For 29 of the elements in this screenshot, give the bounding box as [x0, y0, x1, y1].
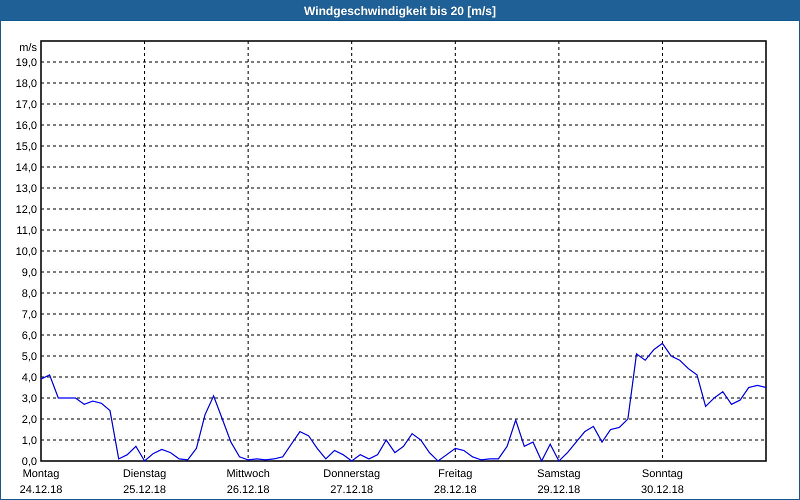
chart-title: Windgeschwindigkeit bis 20 [m/s]	[304, 3, 496, 20]
y-tick-label: 9,0	[22, 267, 37, 279]
y-tick-label: 4,0	[22, 372, 37, 384]
y-tick-label: 18,0	[16, 78, 37, 90]
x-tick-label: Sonntag 30.12.18	[641, 468, 684, 496]
y-tick-label: 13,0	[16, 183, 37, 195]
y-tick-label: 0,0	[22, 456, 37, 468]
y-tick-label: 2,0	[22, 414, 37, 426]
y-tick-label: 14,0	[16, 162, 37, 174]
x-tick-label: Freitag 28.12.18	[434, 468, 477, 496]
y-tick-label: 1,0	[22, 435, 37, 447]
x-tick-label: Samstag 29.12.18	[537, 468, 581, 496]
y-tick-label: 3,0	[22, 393, 37, 405]
y-tick-label: 17,0	[16, 99, 37, 111]
y-tick-label: 10,0	[16, 246, 37, 258]
x-tick-label: Donnerstag 27.12.18	[323, 468, 380, 496]
x-tick-label: Dienstag 25.12.18	[122, 468, 166, 496]
y-tick-label: 12,0	[16, 204, 37, 216]
y-tick-label: 15,0	[16, 141, 37, 153]
y-tick-label: 5,0	[22, 351, 37, 363]
y-axis-label: m/s	[19, 42, 37, 54]
x-tick-label: Montag 24.12.18	[20, 468, 62, 496]
y-tick-label: 19,0	[16, 57, 37, 69]
y-tick-label: 8,0	[22, 288, 37, 300]
x-tick-label: Mittwoch 26.12.18	[226, 468, 270, 496]
y-tick-label: 6,0	[22, 330, 37, 342]
y-tick-label: 7,0	[22, 309, 37, 321]
y-tick-label: 11,0	[16, 225, 37, 237]
y-tick-label: 16,0	[16, 120, 37, 132]
